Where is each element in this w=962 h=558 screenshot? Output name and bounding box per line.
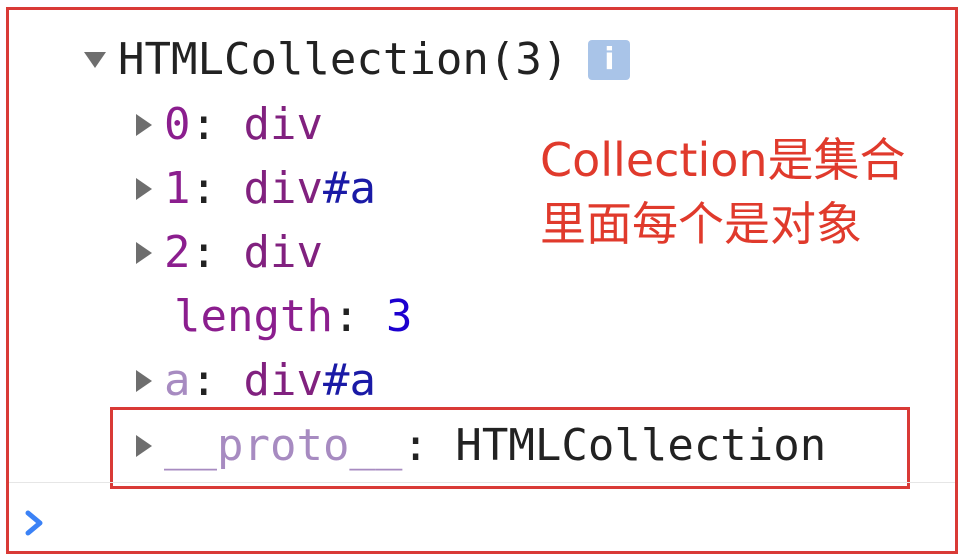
annotation-text: Collection是集合 里面每个是对象 — [540, 128, 906, 256]
entry-separator: : — [190, 163, 244, 214]
annotation-line-1: Collection是集合 — [540, 133, 906, 187]
named-separator: : — [190, 355, 244, 406]
entry-row[interactable]: 1: div #a — [136, 157, 376, 221]
length-key: length — [174, 291, 333, 342]
entry-row[interactable]: 2: div — [136, 221, 323, 285]
entry-key: 0 — [164, 99, 191, 150]
collection-root-row[interactable]: HTMLCollection(3) i — [84, 28, 631, 92]
length-row: length: 3 — [174, 285, 412, 349]
proto-key: __proto__ — [164, 420, 403, 471]
proto-separator: : — [402, 420, 456, 471]
named-id: #a — [322, 355, 376, 406]
entry-row[interactable]: 0: div — [136, 93, 323, 157]
collapse-triangle-icon[interactable] — [136, 114, 152, 136]
named-entry-row[interactable]: a: div #a — [136, 349, 376, 413]
entry-id: #a — [322, 163, 376, 214]
named-tag: div — [243, 355, 323, 406]
entry-separator: : — [190, 99, 244, 150]
entry-tag: div — [243, 227, 323, 278]
named-key: a — [164, 355, 191, 406]
entry-key: 1 — [164, 163, 191, 214]
info-icon[interactable]: i — [588, 40, 631, 80]
annotation-line-2: 里面每个是对象 — [540, 197, 862, 251]
entry-tag: div — [243, 163, 323, 214]
entry-key: 2 — [164, 227, 191, 278]
chevron-right-icon[interactable] — [22, 503, 50, 543]
console-divider — [9, 482, 955, 483]
expand-triangle-icon[interactable] — [84, 52, 106, 68]
proto-row[interactable]: __proto__: HTMLCollection — [136, 414, 826, 478]
collapse-triangle-icon[interactable] — [136, 435, 152, 457]
collapse-triangle-icon[interactable] — [136, 242, 152, 264]
collapse-triangle-icon[interactable] — [136, 178, 152, 200]
proto-value: HTMLCollection — [455, 420, 827, 471]
collapse-triangle-icon[interactable] — [136, 370, 152, 392]
length-value: 3 — [385, 291, 413, 342]
entry-separator: : — [190, 227, 244, 278]
collection-root-label: HTMLCollection(3) — [118, 34, 569, 85]
length-separator: : — [332, 291, 386, 342]
entry-tag: div — [243, 99, 323, 150]
